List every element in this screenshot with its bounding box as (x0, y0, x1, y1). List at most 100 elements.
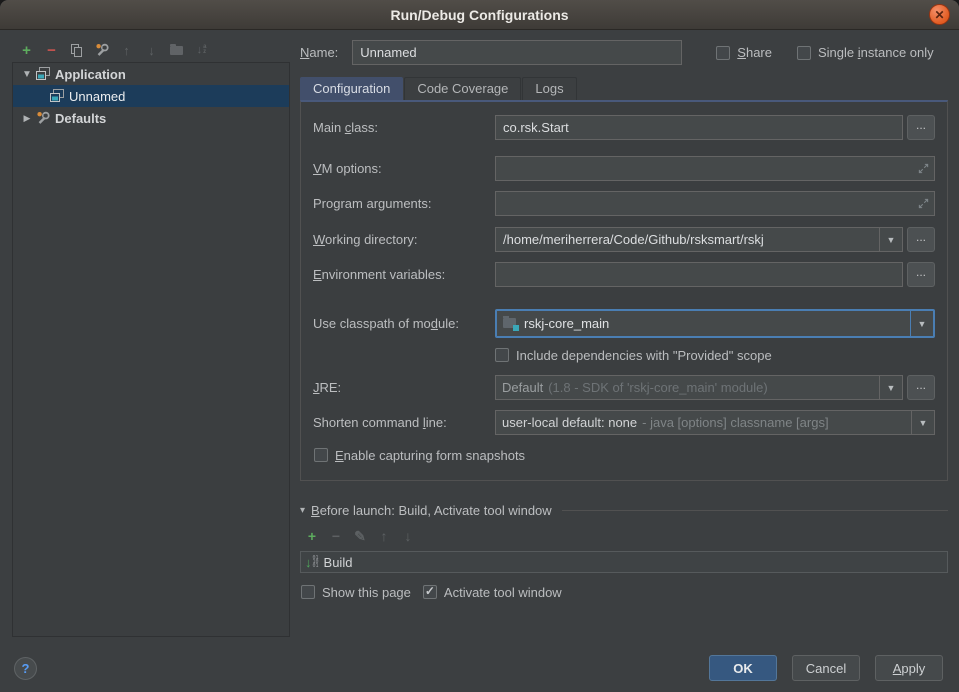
collapse-triangle-icon[interactable]: ▾ (300, 505, 305, 516)
add-configuration-button[interactable]: + (14, 41, 39, 59)
move-up-button[interactable]: ↑ (114, 41, 139, 59)
jre-browse-button[interactable]: ... (907, 375, 935, 400)
tab-logs[interactable]: Logs (522, 77, 576, 100)
ok-button[interactable]: OK (709, 655, 777, 681)
editor-tabs: Configuration Code Coverage Logs (300, 76, 948, 100)
program-arguments-field (495, 191, 935, 216)
working-directory-browse-button[interactable]: ... (907, 227, 935, 252)
tree-item-label: Unnamed (69, 89, 125, 104)
working-directory-row: Working directory: ▼ ... (313, 227, 935, 252)
module-value: rskj-core_main (497, 316, 910, 331)
jre-combobox[interactable]: Default (1.8 - SDK of 'rskj-core_main' m… (495, 375, 903, 400)
chevron-down-icon[interactable]: ▼ (879, 228, 902, 251)
include-provided-checkbox[interactable]: Include dependencies with "Provided" sco… (495, 348, 772, 363)
remove-configuration-button[interactable]: − (39, 41, 64, 59)
environment-variables-browse-button[interactable]: ... (907, 262, 935, 287)
module-combobox[interactable]: rskj-core_main ▼ (495, 309, 935, 338)
main-class-input[interactable] (496, 116, 902, 139)
tree-item-application[interactable]: ▼ Application (13, 63, 289, 85)
share-checkbox[interactable]: Share (716, 45, 772, 60)
working-directory-label: Working directory: (313, 232, 495, 247)
include-provided-row: Include dependencies with "Provided" sco… (495, 346, 935, 364)
tab-code-coverage[interactable]: Code Coverage (404, 77, 521, 100)
apply-button[interactable]: Apply (875, 655, 943, 681)
capture-snapshots-checkbox[interactable]: Enable capturing form snapshots (314, 448, 525, 463)
move-task-up-button[interactable]: ↑ (372, 527, 396, 545)
chevron-down-icon[interactable]: ▼ (910, 311, 933, 336)
vm-options-row: VM options: (313, 156, 935, 181)
cancel-button[interactable]: Cancel (792, 655, 860, 681)
add-task-button[interactable]: + (300, 527, 324, 545)
sort-az-icon: az (203, 45, 206, 55)
environment-variables-input[interactable] (496, 263, 902, 286)
environment-variables-field (495, 262, 903, 287)
create-folder-button[interactable] (164, 41, 189, 59)
configuration-tab-panel: Main class: ... VM options: Program argu… (300, 100, 948, 481)
close-icon[interactable]: ✕ (929, 4, 950, 25)
chevron-down-icon[interactable]: ▼ (911, 411, 934, 434)
module-icon (503, 317, 519, 331)
name-row: Name: Share Single instance only (300, 40, 948, 65)
program-arguments-row: Program arguments: (313, 191, 935, 216)
tree-item-label: Application (55, 67, 126, 82)
jre-row: JRE: Default (1.8 - SDK of 'rskj-core_ma… (313, 375, 935, 400)
before-launch-task-build[interactable]: ↓ 01 10 01 Build (300, 551, 948, 573)
application-icon (35, 66, 51, 82)
single-instance-checkbox[interactable]: Single instance only (797, 45, 934, 60)
jre-label: JRE: (313, 380, 495, 395)
tree-item-unnamed[interactable]: Unnamed (13, 85, 289, 107)
task-label: Build (324, 555, 353, 570)
name-input[interactable] (352, 40, 682, 65)
expand-field-icon[interactable] (912, 192, 934, 215)
shorten-command-line-row: Shorten command line: user-local default… (313, 410, 935, 435)
chevron-down-icon[interactable]: ▼ (879, 376, 902, 399)
copy-configuration-button[interactable] (64, 41, 89, 59)
page-options-row: Show this page Activate tool window (300, 583, 948, 601)
program-arguments-label: Program arguments: (313, 196, 495, 211)
configuration-editor: Name: Share Single instance only Configu… (300, 40, 948, 601)
collapse-triangle-icon[interactable]: ▶ (19, 113, 35, 124)
titlebar: Run/Debug Configurations ✕ (0, 0, 959, 30)
checkbox-icon (495, 348, 509, 362)
show-this-page-checkbox[interactable]: Show this page (301, 585, 411, 600)
dialog-buttons: OK Cancel Apply (694, 655, 943, 681)
show-this-page-label: Show this page (322, 585, 411, 600)
move-task-down-button[interactable]: ↓ (396, 527, 420, 545)
tree-item-defaults[interactable]: ▶ Defaults (13, 107, 289, 129)
checkbox-icon (716, 46, 730, 60)
tree-item-label: Defaults (55, 111, 106, 126)
main-class-row: Main class: ... (313, 115, 935, 140)
use-classpath-label: Use classpath of module: (313, 316, 495, 331)
working-directory-input[interactable] (496, 228, 879, 251)
main-class-label: Main class: (313, 120, 495, 135)
shorten-command-line-value: user-local default: none - java [options… (496, 415, 911, 430)
move-down-button[interactable]: ↓ (139, 41, 164, 59)
help-button[interactable]: ? (14, 657, 37, 680)
shorten-command-line-combobox[interactable]: user-local default: none - java [options… (495, 410, 935, 435)
wrench-icon (35, 110, 51, 126)
build-icon: ↓ 01 10 01 (305, 555, 319, 570)
single-instance-label: Single instance only (818, 45, 934, 60)
program-arguments-input[interactable] (496, 192, 912, 215)
remove-task-button[interactable]: − (324, 527, 348, 545)
share-label: Share (737, 45, 772, 60)
include-provided-label: Include dependencies with "Provided" sco… (516, 348, 772, 363)
edit-task-button[interactable]: ✎ (348, 527, 372, 545)
edit-defaults-button[interactable] (89, 41, 114, 59)
configurations-tree: ▼ Application Unnamed ▶ (12, 62, 290, 637)
vm-options-input[interactable] (496, 157, 912, 180)
jre-value: Default (1.8 - SDK of 'rskj-core_main' m… (496, 380, 879, 395)
main-class-field (495, 115, 903, 140)
main-class-browse-button[interactable]: ... (907, 115, 935, 140)
expand-field-icon[interactable] (912, 157, 934, 180)
activate-tool-window-checkbox[interactable]: Activate tool window (423, 585, 562, 600)
tab-configuration[interactable]: Configuration (300, 77, 403, 100)
dialog-title: Run/Debug Configurations (390, 7, 568, 23)
environment-variables-label: Environment variables: (313, 267, 495, 282)
sort-configurations-button[interactable]: ↓ az (189, 41, 214, 59)
run-debug-configurations-dialog: Run/Debug Configurations ✕ + − ↑ ↓ ↓ az … (0, 0, 959, 692)
expand-triangle-icon[interactable]: ▼ (19, 69, 35, 80)
vm-options-label: VM options: (313, 161, 495, 176)
before-launch-header[interactable]: ▾ Before launch: Build, Activate tool wi… (300, 501, 948, 519)
folder-icon (170, 46, 183, 55)
